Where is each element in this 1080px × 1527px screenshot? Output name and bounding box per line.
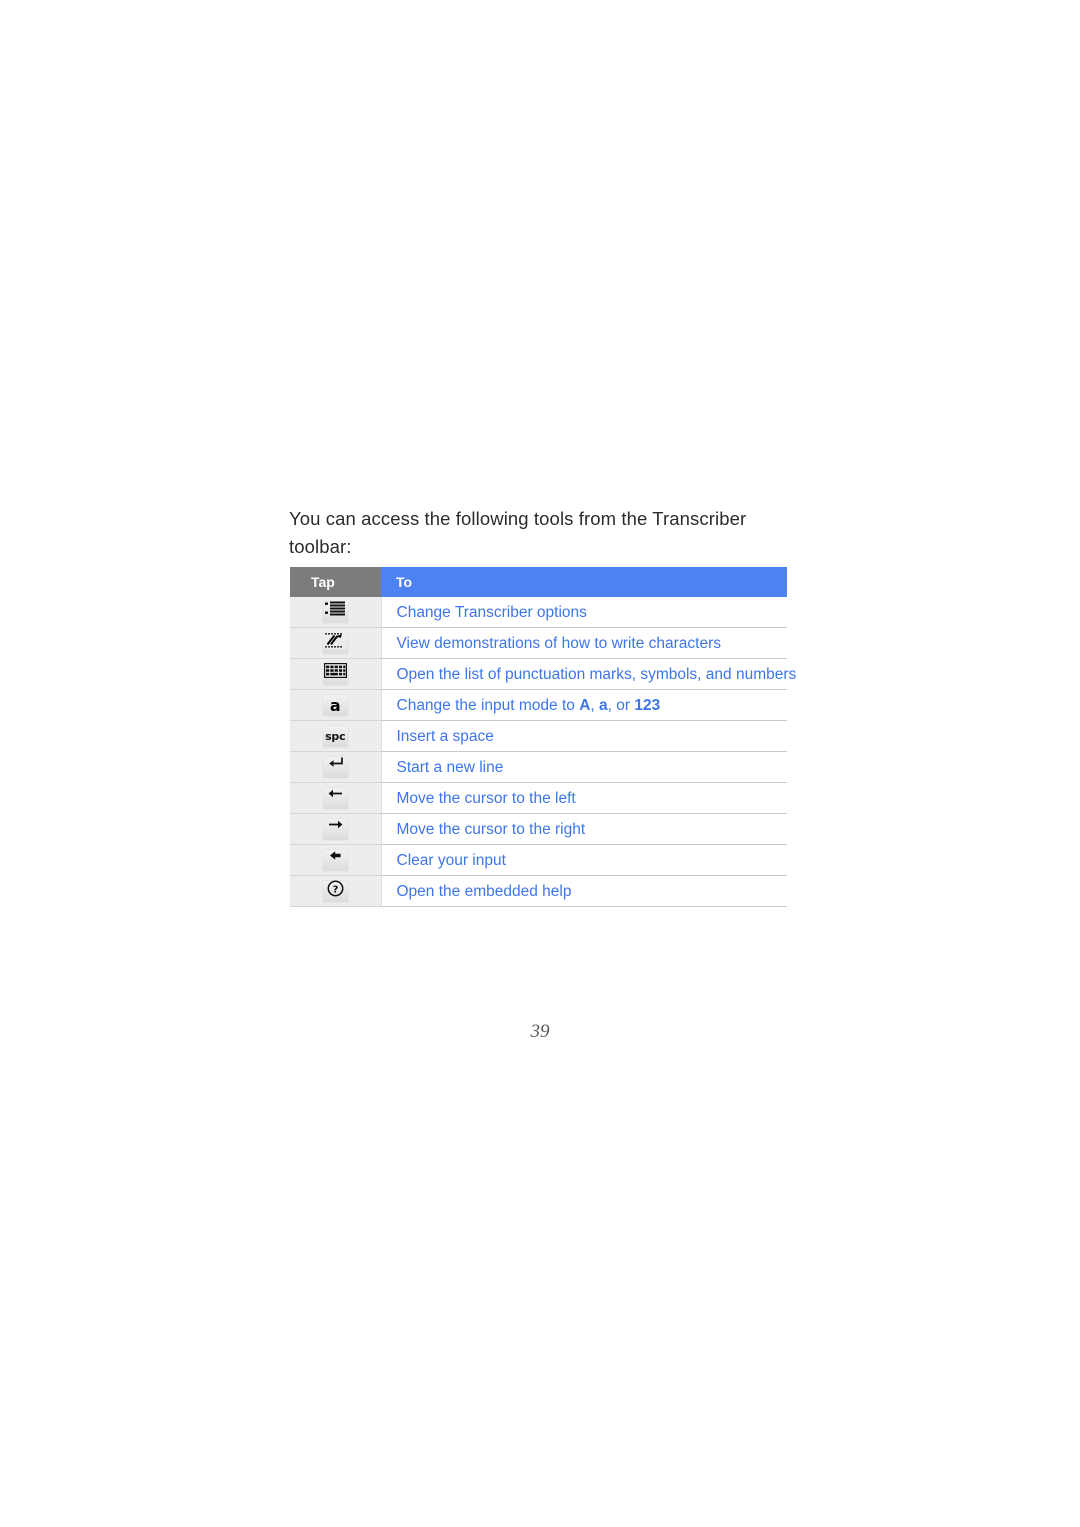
- arrow-left-icon[interactable]: [321, 786, 349, 810]
- table-row: Change Transcriber options: [290, 597, 787, 628]
- to-cell: Clear your input: [381, 844, 787, 876]
- tool-description: View demonstrations of how to write char…: [396, 634, 722, 652]
- table-row: Move the cursor to the right: [290, 813, 787, 845]
- help-question-icon[interactable]: ?: [321, 879, 349, 903]
- table-row: Open the list of punctuation marks, symb…: [290, 658, 796, 690]
- table-row: Move the cursor to the left: [290, 782, 787, 814]
- letter-a-icon[interactable]: a: [321, 693, 349, 717]
- table-header-row: Tap To: [290, 567, 787, 597]
- tool-description: Clear your input: [396, 851, 506, 869]
- to-cell: View demonstrations of how to write char…: [381, 627, 787, 659]
- table-body: Change Transcriber options View demonstra…: [290, 597, 796, 907]
- tap-cell: [290, 658, 382, 690]
- table-row: a Change the input mode to A, a, or 123: [290, 689, 787, 721]
- to-cell: Move the cursor to the right: [381, 813, 787, 845]
- table-row: Start a new line: [290, 751, 787, 783]
- to-cell: Open the list of punctuation marks, symb…: [381, 658, 796, 690]
- tool-description: Start a new line: [396, 758, 504, 776]
- tap-cell: [290, 627, 382, 659]
- arrow-right-icon[interactable]: [321, 817, 349, 841]
- tool-description: Open the list of punctuation marks, symb…: [396, 665, 797, 683]
- tap-cell: [290, 844, 382, 876]
- tool-description: Move the cursor to the right: [396, 820, 586, 838]
- handwriting-demo-icon[interactable]: [321, 631, 349, 655]
- column-header-to: To: [381, 567, 787, 597]
- to-cell: Change Transcriber options: [381, 597, 787, 628]
- tool-description: Open the embedded help: [396, 882, 572, 900]
- tap-cell: spc: [290, 720, 382, 752]
- enter-return-icon[interactable]: [321, 755, 349, 779]
- to-cell: Change the input mode to A, a, or 123: [381, 689, 787, 721]
- indented-list-icon[interactable]: [321, 600, 349, 624]
- tap-cell: [290, 782, 382, 814]
- intro-paragraph: You can access the following tools from …: [289, 508, 747, 557]
- tool-description: Insert a space: [396, 727, 494, 745]
- page-number: 39: [530, 1021, 550, 1042]
- table-row: View demonstrations of how to write char…: [290, 627, 787, 659]
- column-header-tap: Tap: [290, 567, 381, 597]
- to-cell: Start a new line: [381, 751, 787, 783]
- to-cell: Open the embedded help: [381, 875, 787, 907]
- space-key-icon[interactable]: spc: [321, 724, 349, 748]
- table-header: Tap To: [290, 567, 787, 597]
- svg-text:?: ?: [332, 884, 338, 895]
- to-cell: Insert a space: [381, 720, 787, 752]
- table-row: Clear your input: [290, 844, 787, 876]
- tap-cell: [290, 813, 382, 845]
- table-row: ? Open the embedded help: [290, 875, 787, 907]
- to-cell: Move the cursor to the left: [381, 782, 787, 814]
- backspace-icon[interactable]: [321, 848, 349, 872]
- tap-cell: ?: [290, 875, 382, 907]
- tool-description: Move the cursor to the left: [396, 789, 576, 807]
- tool-description: Change Transcriber options: [396, 603, 587, 621]
- table-row: spc Insert a space: [290, 720, 787, 752]
- tap-cell: a: [290, 689, 382, 721]
- tool-description: Change the input mode to A, a, or 123: [396, 696, 661, 714]
- tap-cell: [290, 751, 382, 783]
- transcriber-tools-table: Tap To Change Transcriber options View de…: [290, 567, 796, 907]
- tap-cell: [290, 597, 382, 628]
- keyboard-grid-icon[interactable]: [321, 662, 349, 686]
